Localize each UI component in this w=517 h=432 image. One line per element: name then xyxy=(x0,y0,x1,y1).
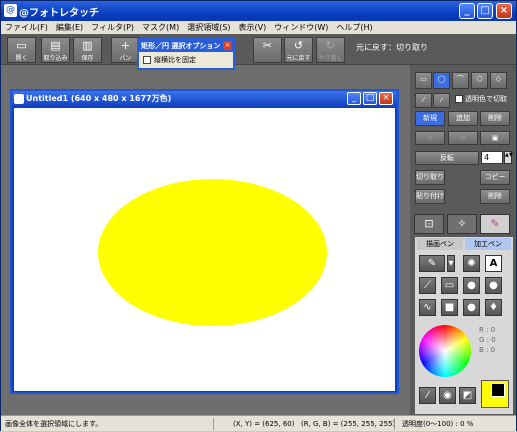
document-icon xyxy=(14,94,24,104)
document-title: Untitled1 (640 x 480 x 1677万色) xyxy=(12,91,397,107)
transparent-label: 透明色で切取 xyxy=(465,95,507,103)
save-button[interactable]: ▥ 保存 xyxy=(73,37,102,63)
remove-selection-button[interactable]: 削除 xyxy=(480,111,510,126)
fill-rect-icon[interactable]: ■ xyxy=(441,299,458,316)
panel-button-4[interactable]: ▫ xyxy=(415,131,445,145)
color-wheel[interactable] xyxy=(419,325,471,377)
menu-help[interactable]: ヘルプ(H) xyxy=(332,21,376,34)
pen-tabs: 描画ペン 加工ペン xyxy=(415,238,513,251)
save-icon: ▥ xyxy=(82,39,93,52)
doc-minimize-button[interactable]: _ xyxy=(347,92,361,105)
yellow-ellipse xyxy=(98,179,327,326)
menu-filter[interactable]: フィルタ(P) xyxy=(87,21,138,34)
select-options-popup: 矩形／円 選択オプション × 縦横比を固定 xyxy=(137,38,235,70)
keep-aspect-option[interactable]: 縦横比を固定 xyxy=(139,52,233,68)
undo-icon: ↺ xyxy=(293,39,304,52)
image-canvas[interactable] xyxy=(14,108,395,391)
status-coords: (X, Y) = (625, 60) xyxy=(233,420,295,428)
rgb-readout: R : 0G : 0B : 0 xyxy=(479,326,496,354)
pan-button[interactable]: + パン xyxy=(111,37,140,63)
scissors-icon: ✂ xyxy=(262,39,273,52)
rect-select-tool[interactable]: ▭ xyxy=(415,72,432,89)
tab-paint[interactable]: ✎ xyxy=(480,214,510,234)
paint-panel: 描画ペン 加工ペン ✎ ▾ ✺ A ⟋ ▭ ● ● ∿ ■ ● ♦ R : 0G… xyxy=(415,237,513,414)
popup-close-icon[interactable]: × xyxy=(223,41,232,50)
rect-tool-icon[interactable]: ▭ xyxy=(441,277,458,294)
menu-edit[interactable]: 編集(E) xyxy=(52,21,87,34)
eyedropper-icon[interactable]: ⁄ xyxy=(419,387,436,404)
pen-dropdown-icon[interactable]: ▾ xyxy=(447,255,455,272)
free-shape-tool[interactable]: ◇ xyxy=(490,72,507,89)
cut-button[interactable]: 切り取り xyxy=(415,170,445,185)
doc-maximize-button[interactable]: □ xyxy=(363,92,377,105)
stepper-arrows[interactable]: ▲▼ xyxy=(504,151,513,164)
curve-tool-icon[interactable]: ∿ xyxy=(419,299,436,316)
lasso-tool[interactable]: ⌒ xyxy=(452,72,469,89)
redo-button[interactable]: ↻ やり直し xyxy=(316,37,345,63)
polygon-tool[interactable]: ⬠ xyxy=(471,72,488,89)
doc-close-button[interactable]: × xyxy=(379,92,393,105)
open-icon: ▭ xyxy=(16,39,27,52)
palette-icon[interactable]: ◉ xyxy=(439,387,456,404)
panel-tabs: ⊡ ✧ ✎ xyxy=(410,212,516,236)
swap-colors-icon[interactable]: ◩ xyxy=(459,387,476,404)
tab-draw-pen[interactable]: 描画ペン xyxy=(417,238,463,250)
invert-button[interactable]: 反転 xyxy=(415,151,479,165)
menu-file[interactable]: ファイル(F) xyxy=(1,21,52,34)
app-title: @フォトレタッチ xyxy=(19,8,99,19)
cut-toolbar-button[interactable]: ✂ xyxy=(253,37,282,63)
app-window: @ @フォトレタッチ _ □ × ファイル(F) 編集(E) フィルタ(P) マスク(… xyxy=(0,0,517,431)
minimize-button[interactable]: _ xyxy=(459,3,475,19)
menu-window[interactable]: ウィンドウ(W) xyxy=(270,21,332,34)
menu-mask[interactable]: マスク(M) xyxy=(138,21,183,34)
new-selection-button[interactable]: 新規 xyxy=(415,111,445,126)
status-message: 画像全体を選択領域にします。 xyxy=(5,420,103,428)
text-tool-icon[interactable]: A xyxy=(485,255,502,272)
pan-icon: + xyxy=(120,39,131,52)
feather-stepper[interactable]: 4 xyxy=(481,151,503,164)
maximize-button[interactable]: □ xyxy=(477,3,493,19)
app-icon: @ xyxy=(4,4,17,17)
brush-select-tool[interactable]: ⁄ xyxy=(433,93,450,108)
select-all-button[interactable]: ▣ xyxy=(480,131,510,145)
undo-button[interactable]: ↺ 元に戻す xyxy=(284,37,313,63)
popup-title: 矩形／円 選択オプション xyxy=(139,40,233,52)
title-bar: @ @フォトレタッチ _ □ × xyxy=(1,1,516,21)
color-swatch[interactable] xyxy=(481,380,509,408)
document-window: Untitled1 (640 x 480 x 1677万色) _ □ × xyxy=(10,89,399,394)
ellipse-select-tool[interactable]: ◯ xyxy=(433,72,450,89)
fill-ellipse-icon[interactable]: ● xyxy=(463,299,480,316)
menu-selection[interactable]: 選択領域(S) xyxy=(183,21,234,34)
tab-select[interactable]: ⊡ xyxy=(414,214,444,234)
keep-aspect-checkbox[interactable] xyxy=(143,56,151,64)
ellipse-tool-icon[interactable]: ● xyxy=(463,277,480,294)
import-button[interactable]: ▤ 取り込み xyxy=(41,37,70,63)
drop-icon[interactable]: ♦ xyxy=(485,299,502,316)
add-selection-button[interactable]: 追加 xyxy=(448,111,478,126)
transparent-checkbox[interactable] xyxy=(455,95,463,103)
pencil-icon[interactable]: ✎ xyxy=(419,255,445,272)
line-tool-icon[interactable]: ⟋ xyxy=(419,277,436,294)
airbrush-icon[interactable]: ✺ xyxy=(463,255,480,272)
open-button[interactable]: ▭ 開く xyxy=(7,37,36,63)
status-bar: 画像全体を選択領域にします。 (X, Y) = (625, 60) (R, G,… xyxy=(1,415,516,431)
panel-button-5[interactable]: ▫ xyxy=(448,131,478,145)
menu-view[interactable]: 表示(V) xyxy=(235,21,271,34)
import-icon: ▤ xyxy=(50,39,61,52)
wand-tool[interactable]: ⁄ xyxy=(415,93,432,108)
delete-button[interactable]: 削除 xyxy=(480,189,510,204)
undo-status-text: 元に戻す：切り取り xyxy=(356,43,428,52)
paste-button[interactable]: 貼り付け xyxy=(415,189,445,204)
toolbar: ▭ 開く ▤ 取り込み ▥ 保存 + パン ✂ ↺ 元に戻す ↻ やり直し xyxy=(1,34,516,65)
foreground-color[interactable] xyxy=(491,383,505,397)
redo-icon: ↻ xyxy=(325,39,336,52)
status-opacity: 透明度(0～100) : 0 % xyxy=(402,420,474,428)
menu-bar: ファイル(F) 編集(E) フィルタ(P) マスク(M) 選択領域(S) 表示(V) ウィン… xyxy=(1,21,516,34)
tab-effects[interactable]: ✧ xyxy=(447,214,477,234)
close-button[interactable]: × xyxy=(496,3,512,19)
status-rgb: (R, G, B) = (255, 255, 255) xyxy=(301,420,396,428)
bomb-tool-icon[interactable]: ● xyxy=(485,277,502,294)
tab-process-pen[interactable]: 加工ペン xyxy=(465,238,511,250)
copy-button[interactable]: コピー xyxy=(480,170,510,185)
